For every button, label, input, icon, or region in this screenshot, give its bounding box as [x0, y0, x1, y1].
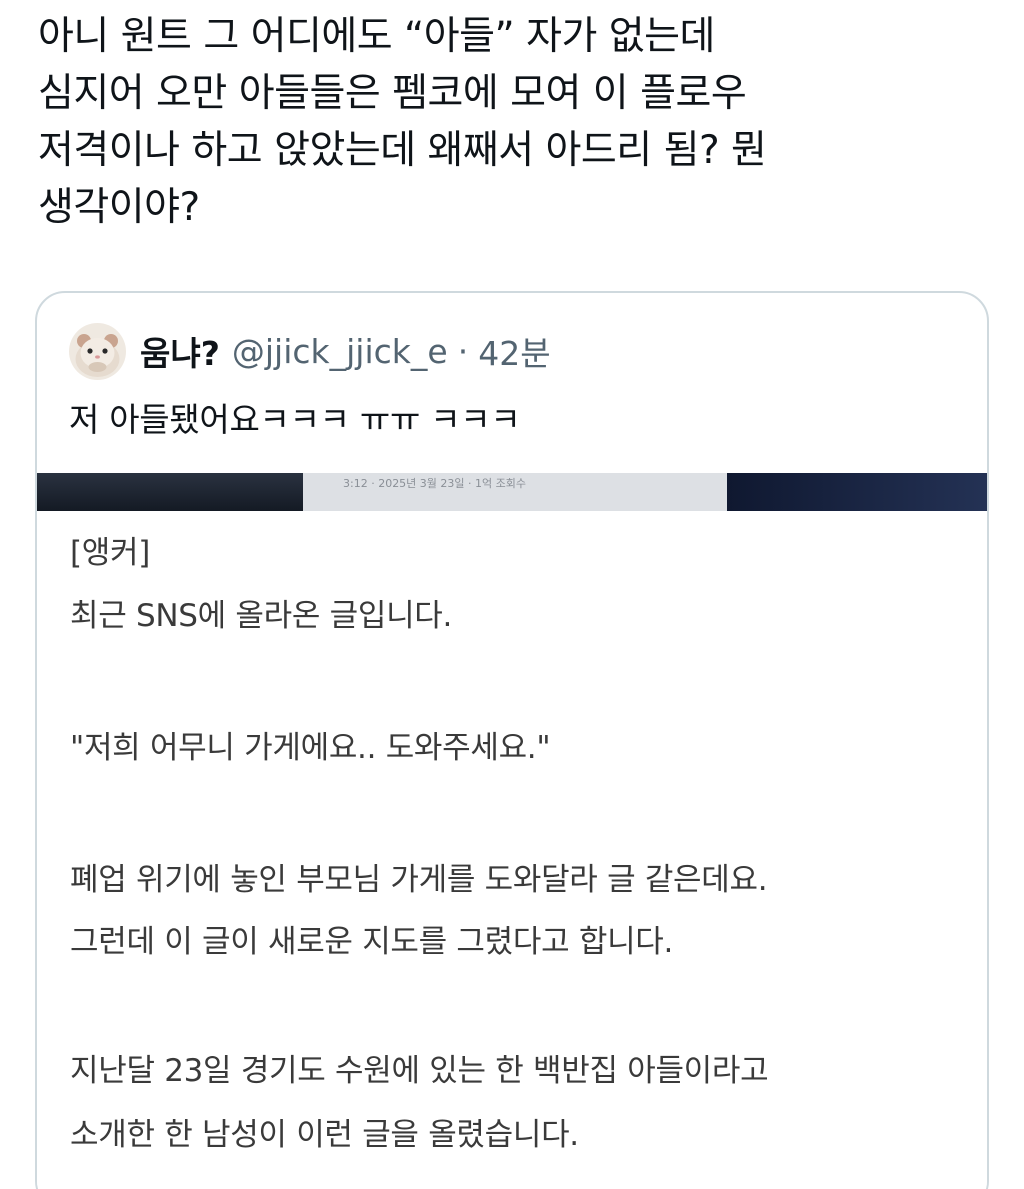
- article-paragraph: "저희 어무니 가게에요.. 도와주세요.": [70, 730, 551, 766]
- tweet-text-line: 아니 원트 그 어디에도 “아들” 자가 없는데: [38, 14, 715, 59]
- video-frame-strip: 3:12 · 2025년 3월 23일 · 1억 조회수: [37, 473, 987, 511]
- article-paragraph: 지난달 23일 경기도 수원에 있는 한 백반집 아들이라고: [70, 1053, 769, 1089]
- video-frame-right: [727, 473, 987, 511]
- article-paragraph: 소개한 한 남성이 이런 글을 올렸습니다.: [70, 1117, 579, 1153]
- tweet-text: 아니 원트 그 어디에도 “아들” 자가 없는데 심지어 오만 아들들은 펨코에…: [38, 8, 998, 236]
- avatar[interactable]: [69, 322, 126, 380]
- news-article-capture: [앵커] 최근 SNS에 올라온 글입니다. "저희 어무니 가게에요.. 도와…: [37, 511, 987, 1189]
- article-paragraph: 폐업 위기에 놓인 부모님 가게를 도와달라 글 같은데요.: [70, 862, 768, 898]
- author-handle[interactable]: @jjick_jjick_e: [232, 332, 448, 371]
- video-stats-caption: 3:12 · 2025년 3월 23일 · 1억 조회수: [343, 477, 526, 490]
- screenshot-page: 아니 원트 그 어디에도 “아들” 자가 없는데 심지어 오만 아들들은 펨코에…: [0, 0, 1024, 1189]
- separator-dot: ·: [457, 331, 469, 371]
- quoted-tweet-media[interactable]: 3:12 · 2025년 3월 23일 · 1억 조회수 [앵커] 최근 SNS…: [37, 473, 987, 1189]
- tweet-text-line: 저격이나 하고 앉았는데 왜째서 아드리 됨? 뭔: [38, 128, 767, 173]
- article-paragraph: [앵커]: [70, 535, 151, 571]
- video-frame-left: [37, 473, 303, 511]
- quoted-tweet-header: 움냐? @jjick_jjick_e · 42분: [69, 321, 551, 381]
- tweet-text-line: 생각이야?: [38, 185, 200, 230]
- article-paragraph: 그런데 이 글이 새로운 지도를 그렸다고 합니다.: [70, 924, 674, 960]
- tweet-text-line: 심지어 오만 아들들은 펨코에 모여 이 플로우: [38, 71, 747, 116]
- author-name[interactable]: 움냐?: [140, 327, 220, 375]
- quoted-tweet-text: 저 아들됐어요ㅋㅋㅋ ㅠㅠ ㅋㅋㅋ: [69, 400, 521, 439]
- quoted-tweet-card[interactable]: 움냐? @jjick_jjick_e · 42분 저 아들됐어요ㅋㅋㅋ ㅠㅠ ㅋ…: [35, 291, 989, 1189]
- article-paragraph: 최근 SNS에 올라온 글입니다.: [70, 598, 453, 634]
- hamster-avatar-icon: [69, 322, 126, 380]
- post-timestamp[interactable]: 42분: [478, 327, 550, 375]
